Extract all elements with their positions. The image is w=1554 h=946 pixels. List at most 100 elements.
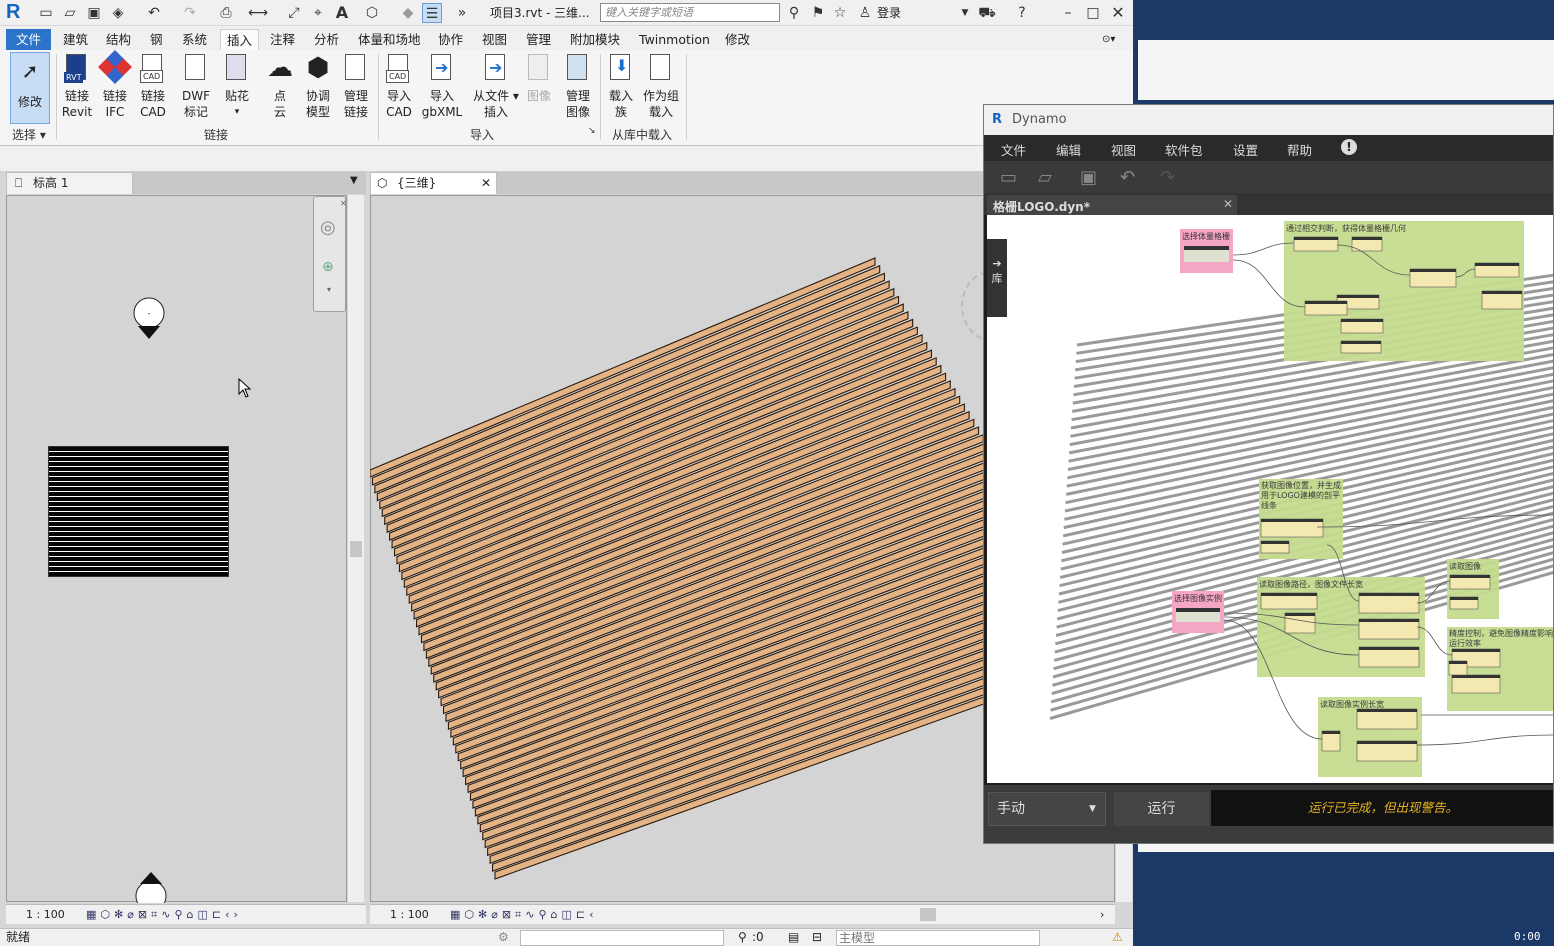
run-button[interactable]: 运行 [1114, 792, 1209, 826]
open-icon[interactable]: ▱ [60, 3, 80, 23]
dynamo-menu-packages[interactable]: 软件包 [1165, 140, 1203, 159]
run-mode-dropdown[interactable]: 手动 ▼ [988, 792, 1106, 826]
dwf-markup-button[interactable]: DWF 标记 [176, 52, 216, 120]
view-tab-level1[interactable]: ⎕ 标高 1 [6, 172, 133, 194]
manage-links-button[interactable]: 管理 链接 [338, 52, 374, 120]
steering-wheel-icon[interactable]: ◎ [320, 217, 336, 238]
ribbon-options-icon[interactable]: ⊙▾ [1102, 29, 1115, 50]
tab-file[interactable]: 文件 [6, 29, 52, 50]
3d-view-control-icons[interactable]: ▦⬡✻⌀⊠⌗∿⚲⌂◫⊏‹ [450, 905, 598, 924]
horizontal-scrollbar-thumb[interactable] [920, 908, 936, 921]
dynamo-save-icon[interactable]: ▣ [1080, 167, 1097, 188]
grating-plan-element[interactable] [48, 446, 229, 577]
dynamo-menu-file[interactable]: 文件 [1001, 140, 1026, 159]
workset-icon[interactable]: ⚙ [498, 929, 509, 946]
editable-icon[interactable]: ⊟ [812, 929, 822, 946]
tab-add-ins[interactable]: 附加模块 [570, 29, 620, 50]
dynamo-tab-close-icon[interactable]: ✕ [1223, 197, 1233, 211]
manage-images-button[interactable]: 管理 图像 [560, 52, 596, 120]
subscription-icon[interactable]: ⚑ [808, 3, 828, 23]
user-icon[interactable]: ♙ [855, 3, 875, 23]
new-icon[interactable]: ▭ [36, 3, 56, 23]
tab-view[interactable]: 视图 [482, 29, 507, 50]
undo-icon[interactable]: ↶ [144, 3, 164, 23]
tab-twinmotion[interactable]: Twinmotion [639, 29, 710, 50]
tab-systems[interactable]: 系统 [182, 29, 207, 50]
point-cloud-button[interactable]: ☁ 点云 [262, 52, 298, 120]
scroll-right-icon[interactable]: › [1100, 905, 1104, 924]
cart-icon[interactable]: ⛟ [977, 3, 997, 23]
right-scale[interactable]: 1 : 100 [390, 905, 429, 924]
save-icon[interactable]: ▣ [84, 3, 104, 23]
design-options-icon[interactable]: ▤ [788, 929, 799, 946]
scrollbar-thumb[interactable] [350, 541, 362, 557]
import-launcher-icon[interactable]: ↘ [588, 126, 596, 136]
tab-architecture[interactable]: 建筑 [63, 29, 88, 50]
dynamo-canvas[interactable]: ➔ 库 选择体量格栅 通过相交判断，获得体量格栅几何 获取图像位置，并生成用于LO… [987, 215, 1553, 783]
favorites-icon[interactable]: ☆ [830, 3, 850, 23]
tab-collaborate[interactable]: 协作 [438, 29, 463, 50]
minimize-icon[interactable]: – [1058, 3, 1078, 23]
zoom-icon[interactable]: ⊕ [322, 259, 334, 275]
load-as-group-button[interactable]: 作为组 载入 [640, 52, 682, 120]
login-button[interactable]: 登录 [877, 4, 901, 21]
search-input[interactable]: 键入关键字或短语 [600, 3, 780, 22]
more-icon[interactable]: » [452, 3, 472, 23]
view-control-icons[interactable]: ▦⬡✻⌀⊠⌗∿⚲⌂◫⊏‹› [86, 905, 242, 924]
tab-annotate[interactable]: 注释 [270, 29, 295, 50]
decal-button[interactable]: 贴花 ▾ [220, 52, 254, 120]
dynamo-menu-settings[interactable]: 设置 [1233, 140, 1258, 159]
image-button[interactable]: 图像 [522, 52, 556, 104]
main-model-dropdown[interactable]: 主模型 [836, 930, 1040, 946]
notification-icon[interactable]: ! [1341, 139, 1357, 155]
help-icon[interactable]: ? [1012, 3, 1032, 23]
maximize-icon[interactable]: □ [1083, 3, 1103, 23]
dynamo-new-icon[interactable]: ▭ [1000, 167, 1017, 188]
link-revit-button[interactable]: RVT 链接 Revit [60, 52, 94, 120]
text-icon[interactable]: A [332, 3, 352, 23]
import-gbxml-button[interactable]: ➔ 导入 gbXML [420, 52, 464, 120]
tab-steel[interactable]: 钢 [150, 29, 163, 50]
modify-button[interactable]: ➚ 修改 [10, 52, 50, 124]
tag-icon[interactable]: ⌖ [308, 3, 328, 23]
link-cad-button[interactable]: CAD 链接 CAD [136, 52, 170, 120]
dynamo-undo-icon[interactable]: ↶ [1120, 167, 1135, 188]
tab-massing-site[interactable]: 体量和场地 [358, 29, 421, 50]
load-family-button[interactable]: ⬇ 载入族 [604, 52, 638, 120]
binoculars-icon[interactable]: ⚲ [784, 3, 804, 23]
dynamo-open-icon[interactable]: ▱ [1038, 167, 1052, 188]
tab-modify[interactable]: 修改 [725, 29, 750, 50]
view-list-dropdown-icon[interactable]: ▼ [350, 175, 358, 186]
dynamo-menu-edit[interactable]: 编辑 [1056, 140, 1081, 159]
tab-manage[interactable]: 管理 [526, 29, 551, 50]
tab-analyze[interactable]: 分析 [314, 29, 339, 50]
coordination-model-button[interactable]: ⬢ 协调 模型 [300, 52, 336, 120]
left-scale[interactable]: 1 : 100 [26, 905, 65, 924]
filter-icon[interactable]: ⚲ [738, 929, 747, 946]
switch-windows-icon[interactable]: ☰ [422, 3, 442, 23]
tab-structure[interactable]: 结构 [106, 29, 131, 50]
tab-insert[interactable]: 插入 [220, 29, 260, 50]
dynamo-file-tab[interactable]: 格栅LOGO.dyn* ✕ [987, 195, 1237, 215]
revit-logo-icon[interactable]: R [6, 1, 28, 25]
dynamo-menu-help[interactable]: 帮助 [1287, 140, 1312, 159]
navbar-menu-icon[interactable]: ▾ [327, 285, 331, 294]
left-vertical-scrollbar[interactable] [348, 195, 364, 902]
3d-view-icon[interactable]: ⬡ [362, 3, 382, 23]
redo-icon[interactable]: ↷ [180, 3, 200, 23]
insert-from-file-button[interactable]: ➔ 从文件 ▾ 插入 [472, 52, 520, 120]
close-icon[interactable]: ✕ [1108, 3, 1128, 23]
dimension-icon[interactable]: ⤢ [284, 3, 304, 23]
chevron-down-icon[interactable]: ▼ [955, 3, 975, 23]
measure-icon[interactable]: ⟷ [248, 3, 268, 23]
navbar-close-icon[interactable]: ✕ [340, 199, 347, 208]
section-icon[interactable]: ◆ [398, 3, 418, 23]
workset-dropdown[interactable] [520, 930, 724, 946]
link-ifc-button[interactable]: 链接 IFC [98, 50, 132, 120]
import-cad-button[interactable]: CAD 导入 CAD [382, 52, 416, 120]
print-icon[interactable]: ⎙ [216, 3, 236, 23]
sync-icon[interactable]: ◈ [108, 3, 128, 23]
dynamo-menu-view[interactable]: 视图 [1111, 140, 1136, 159]
dynamo-redo-icon[interactable]: ↷ [1160, 167, 1175, 188]
select-group-label[interactable]: 选择 ▾ [12, 126, 46, 143]
